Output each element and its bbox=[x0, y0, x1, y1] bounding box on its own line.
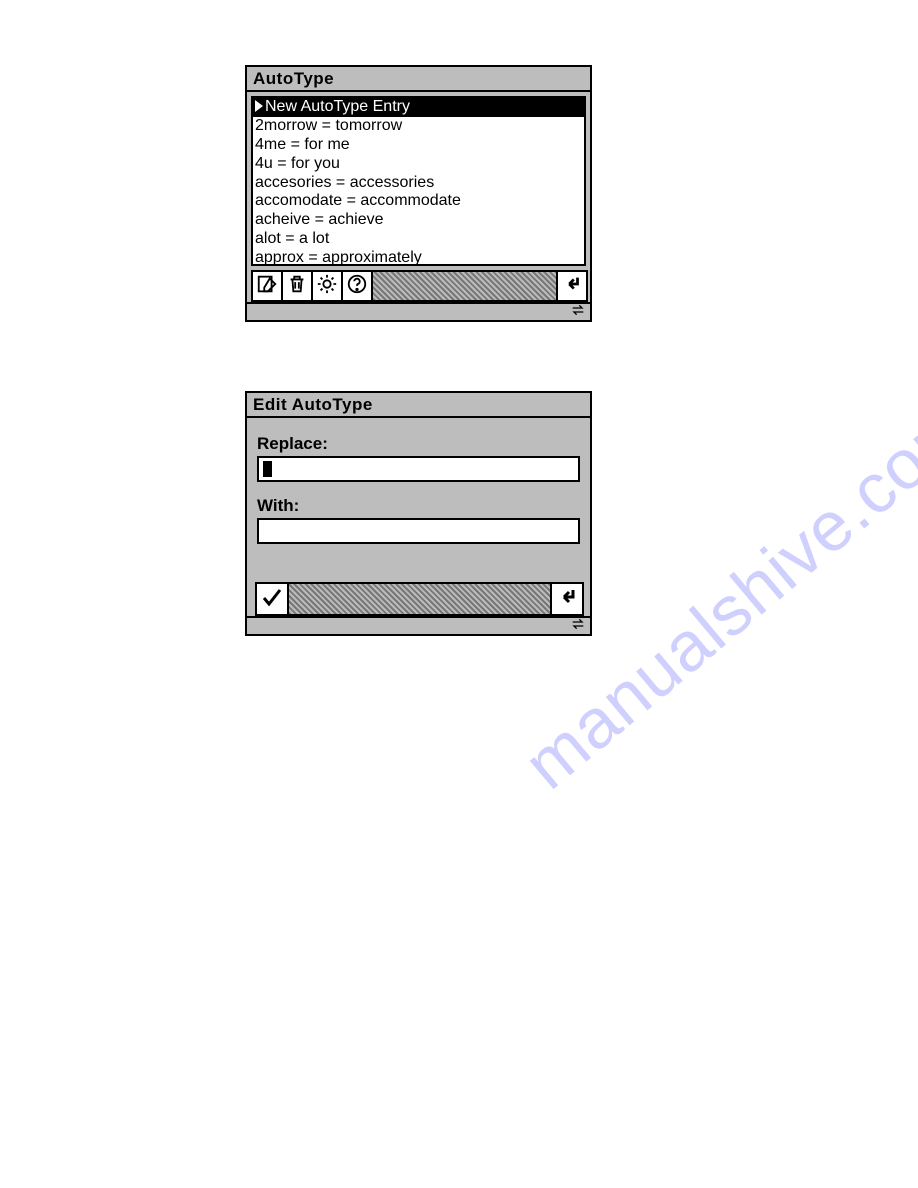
selection-caret-icon bbox=[255, 100, 263, 112]
list-item[interactable]: 4u = for you bbox=[253, 155, 584, 174]
replace-input[interactable] bbox=[257, 456, 580, 482]
edit-autotype-window: Edit AutoType Replace: With: bbox=[245, 391, 592, 636]
check-icon bbox=[260, 585, 284, 614]
list-item[interactable]: accomodate = accommodate bbox=[253, 192, 584, 211]
toolbar-spacer bbox=[287, 582, 552, 616]
replace-label: Replace: bbox=[257, 434, 580, 454]
with-label: With: bbox=[257, 496, 580, 516]
help-button[interactable] bbox=[341, 270, 373, 302]
edit-button[interactable] bbox=[251, 270, 283, 302]
list-item[interactable]: alot = a lot bbox=[253, 230, 584, 249]
edit-icon bbox=[256, 273, 278, 300]
list-item[interactable]: approx = approximately bbox=[253, 249, 584, 266]
autotype-toolbar bbox=[251, 270, 586, 302]
text-cursor-icon bbox=[263, 461, 272, 477]
back-arrow-icon bbox=[561, 273, 583, 300]
gear-icon bbox=[316, 273, 338, 300]
back-arrow-icon bbox=[555, 585, 579, 614]
back-button[interactable] bbox=[556, 270, 588, 302]
sync-icon bbox=[570, 617, 586, 636]
edit-toolbar bbox=[255, 582, 582, 616]
list-item[interactable]: accesories = accessories bbox=[253, 174, 584, 193]
autotype-title: AutoType bbox=[247, 67, 590, 92]
autotype-window: AutoType New AutoType Entry 2morrow = to… bbox=[245, 65, 592, 322]
list-item[interactable]: 2morrow = tomorrow bbox=[253, 117, 584, 136]
toolbar-spacer bbox=[371, 270, 558, 302]
trash-icon bbox=[286, 273, 308, 300]
list-row-label: New AutoType Entry bbox=[265, 98, 410, 115]
with-input[interactable] bbox=[257, 518, 580, 544]
edit-statusbar bbox=[247, 616, 590, 634]
ok-button[interactable] bbox=[255, 582, 289, 616]
delete-button[interactable] bbox=[281, 270, 313, 302]
list-item[interactable]: acheive = achieve bbox=[253, 211, 584, 230]
list-item[interactable]: 4me = for me bbox=[253, 136, 584, 155]
settings-button[interactable] bbox=[311, 270, 343, 302]
edit-autotype-title: Edit AutoType bbox=[247, 393, 590, 418]
sync-icon bbox=[570, 303, 586, 322]
autotype-statusbar bbox=[247, 302, 590, 320]
autotype-new-entry[interactable]: New AutoType Entry bbox=[253, 98, 584, 117]
autotype-list[interactable]: New AutoType Entry 2morrow = tomorrow 4m… bbox=[251, 96, 586, 266]
back-button[interactable] bbox=[550, 582, 584, 616]
help-icon bbox=[346, 273, 368, 300]
